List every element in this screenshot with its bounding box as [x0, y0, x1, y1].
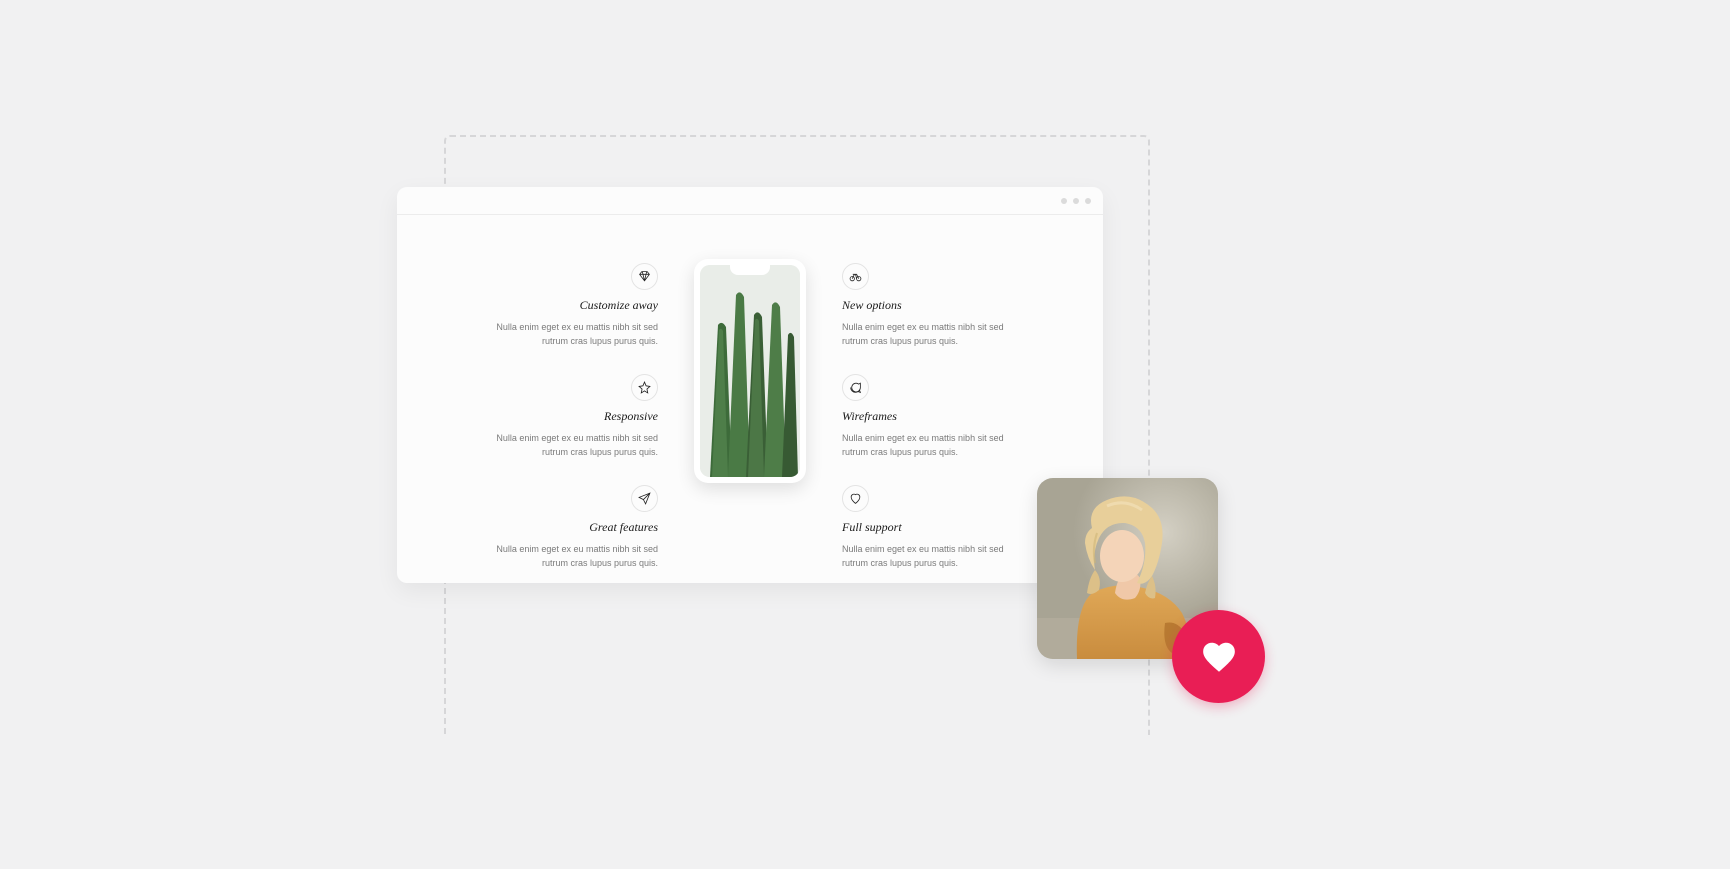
feature-desc: Nulla enim eget ex eu mattis nibh sit se… — [483, 321, 658, 348]
browser-content: Customize away Nulla enim eget ex eu mat… — [397, 215, 1103, 570]
feature-title: Customize away — [580, 298, 658, 313]
feature-title: Responsive — [604, 409, 658, 424]
feature-title: New options — [842, 298, 902, 313]
feature-item: Responsive Nulla enim eget ex eu mattis … — [483, 374, 658, 459]
window-dot — [1085, 198, 1091, 204]
feature-desc: Nulla enim eget ex eu mattis nibh sit se… — [483, 432, 658, 459]
window-dot — [1073, 198, 1079, 204]
feature-item: Great features Nulla enim eget ex eu mat… — [483, 485, 658, 570]
feature-column-right: New options Nulla enim eget ex eu mattis… — [842, 263, 1017, 570]
feature-item: Customize away Nulla enim eget ex eu mat… — [483, 263, 658, 348]
heart-icon — [842, 485, 869, 512]
bicycle-icon — [842, 263, 869, 290]
feature-title: Great features — [589, 520, 658, 535]
feature-desc: Nulla enim eget ex eu mattis nibh sit se… — [842, 432, 1017, 459]
phone-notch — [730, 265, 770, 275]
chat-icon — [842, 374, 869, 401]
feature-item: Wireframes Nulla enim eget ex eu mattis … — [842, 374, 1017, 459]
feature-title: Wireframes — [842, 409, 897, 424]
window-dot — [1061, 198, 1067, 204]
browser-mockup: Customize away Nulla enim eget ex eu mat… — [397, 187, 1103, 583]
feature-desc: Nulla enim eget ex eu mattis nibh sit se… — [842, 321, 1017, 348]
feature-title: Full support — [842, 520, 902, 535]
star-icon — [631, 374, 658, 401]
favorite-badge[interactable] — [1172, 610, 1265, 703]
phone-screen-image — [700, 265, 800, 477]
paper-plane-icon — [631, 485, 658, 512]
diamond-icon — [631, 263, 658, 290]
heart-filled-icon — [1200, 638, 1238, 676]
feature-item: New options Nulla enim eget ex eu mattis… — [842, 263, 1017, 348]
phone-mockup — [694, 259, 806, 483]
feature-item: Full support Nulla enim eget ex eu matti… — [842, 485, 1017, 570]
feature-desc: Nulla enim eget ex eu mattis nibh sit se… — [842, 543, 1017, 570]
browser-titlebar — [397, 187, 1103, 215]
feature-column-left: Customize away Nulla enim eget ex eu mat… — [483, 263, 658, 570]
feature-desc: Nulla enim eget ex eu mattis nibh sit se… — [483, 543, 658, 570]
